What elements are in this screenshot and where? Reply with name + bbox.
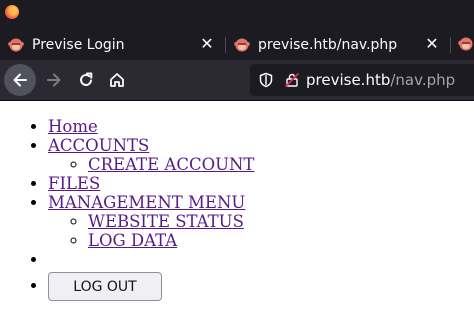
url-host: previse.htb — [306, 71, 391, 89]
reload-button[interactable] — [70, 64, 102, 96]
back-button[interactable] — [4, 64, 36, 96]
close-tab-icon[interactable]: ✕ — [199, 36, 215, 52]
log-data-link[interactable]: LOG DATA — [88, 231, 177, 250]
close-tab-icon[interactable]: ✕ — [424, 36, 440, 52]
reload-icon — [80, 72, 93, 86]
tab-label: previse.htb/nav.php — [258, 36, 398, 53]
navigation-toolbar: previse.htb/nav.php — [0, 60, 474, 100]
management-submenu: WEBSITE STATUS LOG DATA — [48, 212, 474, 250]
list-item: LOG DATA — [88, 231, 474, 250]
list-item: CREATE ACCOUNT — [88, 155, 474, 174]
create-account-link[interactable]: CREATE ACCOUNT — [88, 155, 254, 174]
arrow-right-icon — [47, 73, 61, 87]
tab-bar: Previse Login ✕ previse.htb/nav.php ✕ — [0, 29, 474, 60]
arrow-left-icon — [13, 73, 27, 87]
logout-button[interactable]: LOG OUT — [48, 272, 162, 301]
website-status-link[interactable]: WEBSITE STATUS — [88, 212, 244, 231]
tab-nav-php[interactable]: previse.htb/nav.php — [226, 29, 448, 60]
list-item: MANAGEMENT MENU WEBSITE STATUS LOG DATA — [48, 193, 474, 250]
monkey-favicon-icon — [234, 37, 250, 53]
list-item: FILES — [48, 174, 474, 193]
management-menu-link[interactable]: MANAGEMENT MENU — [48, 193, 245, 212]
list-item: ACCOUNTS CREATE ACCOUNT — [48, 136, 474, 174]
insecure-lock-icon[interactable] — [284, 72, 300, 88]
accounts-submenu: CREATE ACCOUNT — [48, 155, 474, 174]
window-titlebar — [0, 0, 474, 29]
accounts-link[interactable]: ACCOUNTS — [48, 136, 149, 155]
home-icon — [110, 73, 124, 87]
tab-previse-login[interactable]: Previse Login — [0, 29, 224, 60]
url-path: /nav.php — [390, 71, 456, 89]
list-item: LOG OUT — [48, 272, 474, 301]
forward-button[interactable] — [38, 64, 70, 96]
url-text: previse.htb/nav.php — [306, 71, 455, 89]
files-link[interactable]: FILES — [48, 174, 100, 193]
shield-icon[interactable] — [258, 72, 274, 88]
tab-label: Previse Login — [32, 36, 125, 53]
empty-list-item — [48, 250, 474, 269]
tab-separator — [450, 37, 451, 53]
nav-list: Home ACCOUNTS CREATE ACCOUNT FILES MANAG… — [0, 117, 474, 301]
firefox-logo-icon — [5, 5, 19, 19]
list-item: Home — [48, 117, 474, 136]
list-item: WEBSITE STATUS — [88, 212, 474, 231]
home-button[interactable] — [101, 64, 133, 96]
monkey-favicon-icon[interactable] — [458, 36, 474, 52]
url-bar[interactable]: previse.htb/nav.php — [250, 64, 474, 96]
page-content: Home ACCOUNTS CREATE ACCOUNT FILES MANAG… — [0, 101, 474, 301]
monkey-favicon-icon — [8, 37, 24, 53]
home-link[interactable]: Home — [48, 117, 98, 136]
